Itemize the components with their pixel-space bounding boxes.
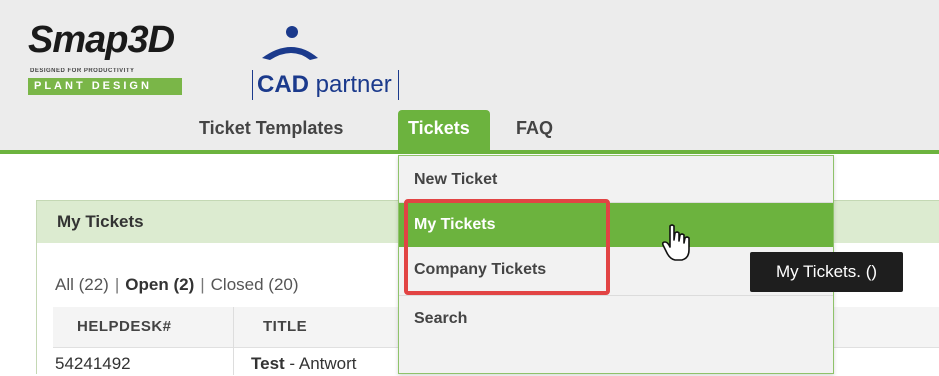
column-helpdesk[interactable]: HELPDESK#	[77, 307, 172, 347]
cad-partner-logo-light: partner	[309, 71, 392, 98]
menu-separator	[399, 295, 833, 296]
smap3d-logo[interactable]: Smap3D DESIGNED FOR PRODUCTIVITY PLANT D…	[28, 20, 198, 98]
filter-open[interactable]: Open (2)	[125, 275, 194, 294]
smap3d-logo-subtitle: PLANT DESIGN	[28, 78, 182, 95]
cell-helpdesk: 54241492	[55, 354, 131, 373]
hand-pointer-icon	[661, 224, 690, 261]
cad-partner-logo-word: CAD partner	[252, 70, 399, 100]
filter-separator: |	[114, 275, 120, 294]
filter-separator: |	[200, 275, 205, 294]
cad-partner-logo[interactable]: CAD partner	[240, 24, 399, 104]
smap3d-logo-word: Smap3D	[28, 19, 175, 61]
cell-title: Test - Antwort	[251, 354, 357, 374]
ticket-title-suffix: - Antwort	[284, 354, 357, 373]
person-icon	[262, 26, 318, 60]
ticket-filters: All (22) | Open (2) | Closed (20)	[55, 275, 299, 295]
smap3d-logo-tagline: DESIGNED FOR PRODUCTIVITY	[30, 68, 135, 74]
menu-item-my-tickets[interactable]: My Tickets	[399, 203, 833, 247]
column-title[interactable]: TITLE	[263, 307, 307, 347]
tooltip: My Tickets. ()	[750, 252, 903, 292]
menu-item-new-ticket[interactable]: New Ticket	[399, 158, 833, 202]
nav-tickets[interactable]: Tickets	[398, 110, 490, 152]
cad-partner-logo-bold: CAD	[257, 71, 309, 98]
menu-item-search[interactable]: Search	[399, 297, 833, 341]
filter-closed[interactable]: Closed (20)	[211, 275, 299, 294]
nav-ticket-templates[interactable]: Ticket Templates	[199, 110, 343, 152]
nav-faq[interactable]: FAQ	[516, 110, 553, 152]
filter-all[interactable]: All (22)	[55, 275, 109, 294]
ticket-title-link[interactable]: Test	[251, 354, 285, 373]
